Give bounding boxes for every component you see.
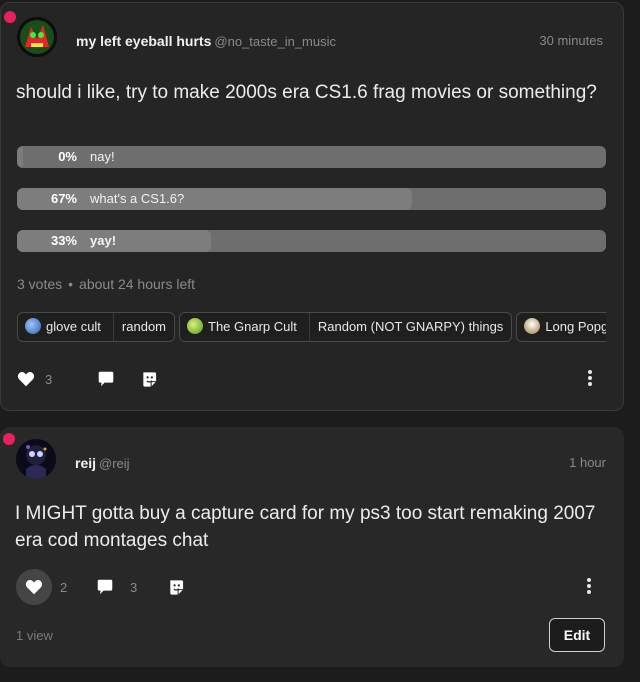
community-icon xyxy=(187,318,203,334)
poll-time-left: about 24 hours left xyxy=(79,276,196,292)
post-header: my left eyeball hurts @no_taste_in_music xyxy=(76,32,336,51)
sticker-button[interactable] xyxy=(168,569,184,605)
like-count: 3 xyxy=(45,371,53,387)
comment-icon xyxy=(97,371,115,387)
channel-name: Random (NOT GNARPY) things xyxy=(317,319,504,334)
tag-divider xyxy=(112,313,114,341)
community-icon xyxy=(524,318,541,334)
poll-percent: 33% xyxy=(50,233,77,248)
edit-button[interactable]: Edit xyxy=(549,618,605,652)
poll-option-label: what's a CS1.6? xyxy=(90,191,185,206)
community-tag[interactable]: The Gnarp Cult Random (NOT GNARPY) things xyxy=(179,312,513,342)
poll-percent: 67% xyxy=(50,191,77,206)
comment-button[interactable]: 3 xyxy=(96,569,137,605)
avatar[interactable] xyxy=(17,17,57,57)
unread-indicator xyxy=(3,433,15,445)
like-button[interactable]: 3 xyxy=(17,361,52,397)
community-name: The Gnarp Cult xyxy=(208,319,297,334)
more-options-icon[interactable] xyxy=(586,578,592,596)
tag-divider xyxy=(308,313,310,341)
post-header: reij @reij xyxy=(75,454,130,473)
meta-separator: • xyxy=(68,276,74,292)
comment-button[interactable] xyxy=(97,361,115,397)
unread-indicator xyxy=(4,11,16,23)
poll-option-label: yay! xyxy=(90,233,117,248)
post-timestamp[interactable]: 1 hour xyxy=(569,454,606,472)
poll-option-label: nay! xyxy=(90,149,115,164)
community-tag[interactable]: glove cult random xyxy=(17,312,175,342)
sticker-icon xyxy=(168,579,184,596)
like-button[interactable]: 2 xyxy=(16,569,67,605)
post-actions: 3 xyxy=(17,361,607,397)
community-name: Long Popg xyxy=(545,319,606,334)
heart-icon xyxy=(17,371,35,387)
community-name: glove cult xyxy=(46,319,101,334)
community-icon xyxy=(25,318,41,334)
author-name[interactable]: my left eyeball hurts xyxy=(76,33,211,49)
post-actions: 2 3 xyxy=(16,569,606,605)
sticker-icon xyxy=(141,371,157,388)
poll-option[interactable]: 0% nay! xyxy=(17,146,606,168)
poll-meta: 3 votes • about 24 hours left xyxy=(17,275,195,293)
view-count: 1 view xyxy=(16,628,53,643)
poll-percent: 0% xyxy=(58,149,77,164)
community-tags: glove cult random The Gnarp Cult Random (N… xyxy=(17,312,606,342)
poll-option[interactable]: 33% yay! xyxy=(17,230,606,252)
more-options-icon[interactable] xyxy=(587,370,593,388)
community-tag[interactable]: Long Popg xyxy=(516,312,606,342)
post-card[interactable]: reij @reij 1 hour I MIGHT gotta buy a cap… xyxy=(0,427,624,667)
poll-option[interactable]: 67% what's a CS1.6? xyxy=(17,188,606,210)
post-text: I MIGHT gotta buy a capture card for my … xyxy=(15,503,596,551)
poll: 0% nay! 67% what's a CS1.6? 33% yay! xyxy=(17,146,606,272)
post-text: should i like, try to make 2000s era CS1… xyxy=(16,82,597,103)
comment-icon xyxy=(96,579,114,595)
author-name[interactable]: reij xyxy=(75,455,96,471)
channel-name: random xyxy=(121,319,166,334)
sticker-button[interactable] xyxy=(141,361,157,397)
post-timestamp[interactable]: 30 minutes xyxy=(539,32,603,50)
avatar[interactable] xyxy=(16,439,56,479)
author-handle[interactable]: @reij xyxy=(99,456,130,471)
poll-votes: 3 votes xyxy=(17,276,63,292)
comment-count: 3 xyxy=(130,579,138,595)
post-card[interactable]: my left eyeball hurts @no_taste_in_music … xyxy=(0,2,624,411)
heart-icon xyxy=(16,569,52,605)
author-handle[interactable]: @no_taste_in_music xyxy=(214,34,336,49)
like-count: 2 xyxy=(60,579,68,595)
